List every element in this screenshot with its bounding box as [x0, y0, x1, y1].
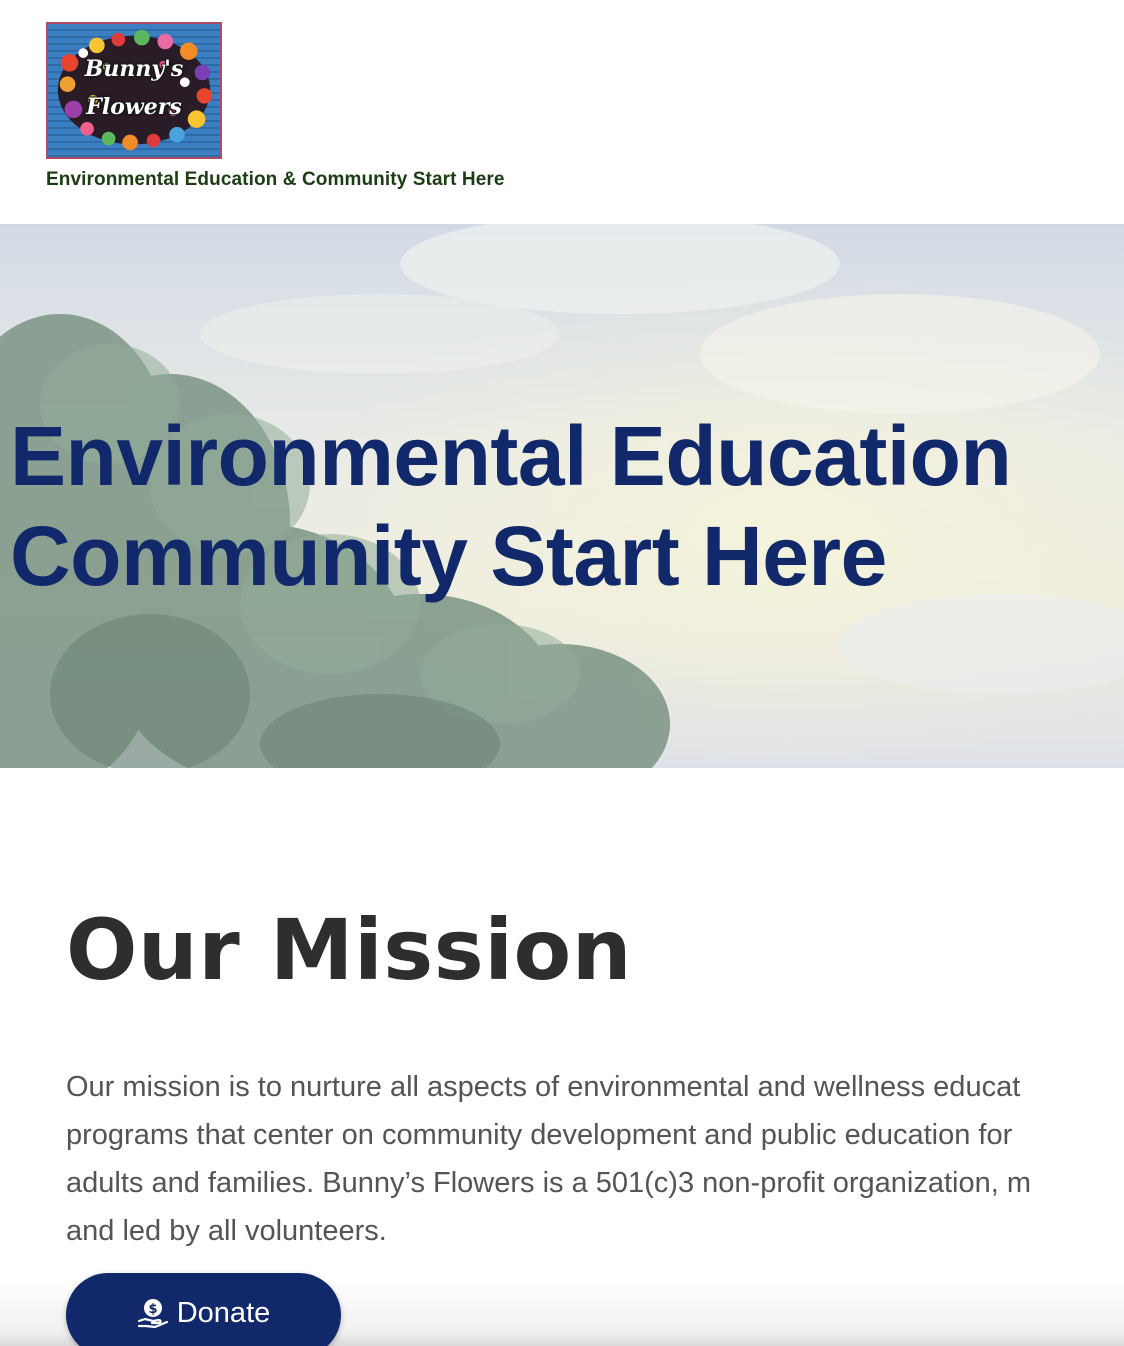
donate-button[interactable]: $ Donate	[66, 1273, 341, 1346]
mission-paragraph: Our mission is to nurture all aspects of…	[66, 1063, 1124, 1255]
logo-flower-art	[57, 29, 213, 151]
logo-text-line1: Bunny's	[84, 56, 184, 82]
hero-title: Environmental Education Community Start …	[10, 406, 1012, 606]
logo-text-line2: Flowers	[86, 94, 182, 120]
site-tagline: Environmental Education & Community Star…	[46, 169, 505, 190]
mission-line-2: programs that center on community develo…	[66, 1119, 1013, 1151]
donate-label: Donate	[176, 1297, 271, 1329]
mission-line-3: adults and families. Bunny’s Flowers is …	[66, 1167, 1031, 1199]
svg-text:$: $	[148, 1302, 157, 1317]
mission-line-4: and led by all volunteers.	[66, 1215, 387, 1247]
site-logo[interactable]: Bunny's Flowers	[46, 22, 222, 159]
donate-hand-dollar-icon: $	[137, 1299, 168, 1329]
mission-heading: Our Mission	[66, 901, 633, 999]
hero-banner: Environmental Education Community Start …	[0, 224, 1124, 768]
mission-line-1: Our mission is to nurture all aspects of…	[66, 1071, 1021, 1103]
site-header: Bunny's Flowers Environmental Education …	[0, 0, 1124, 224]
hero-title-line1: Environmental Education	[10, 409, 1012, 503]
page: Bunny's Flowers Environmental Education …	[0, 0, 1124, 1346]
hero-title-line2: Community Start Here	[10, 509, 887, 603]
